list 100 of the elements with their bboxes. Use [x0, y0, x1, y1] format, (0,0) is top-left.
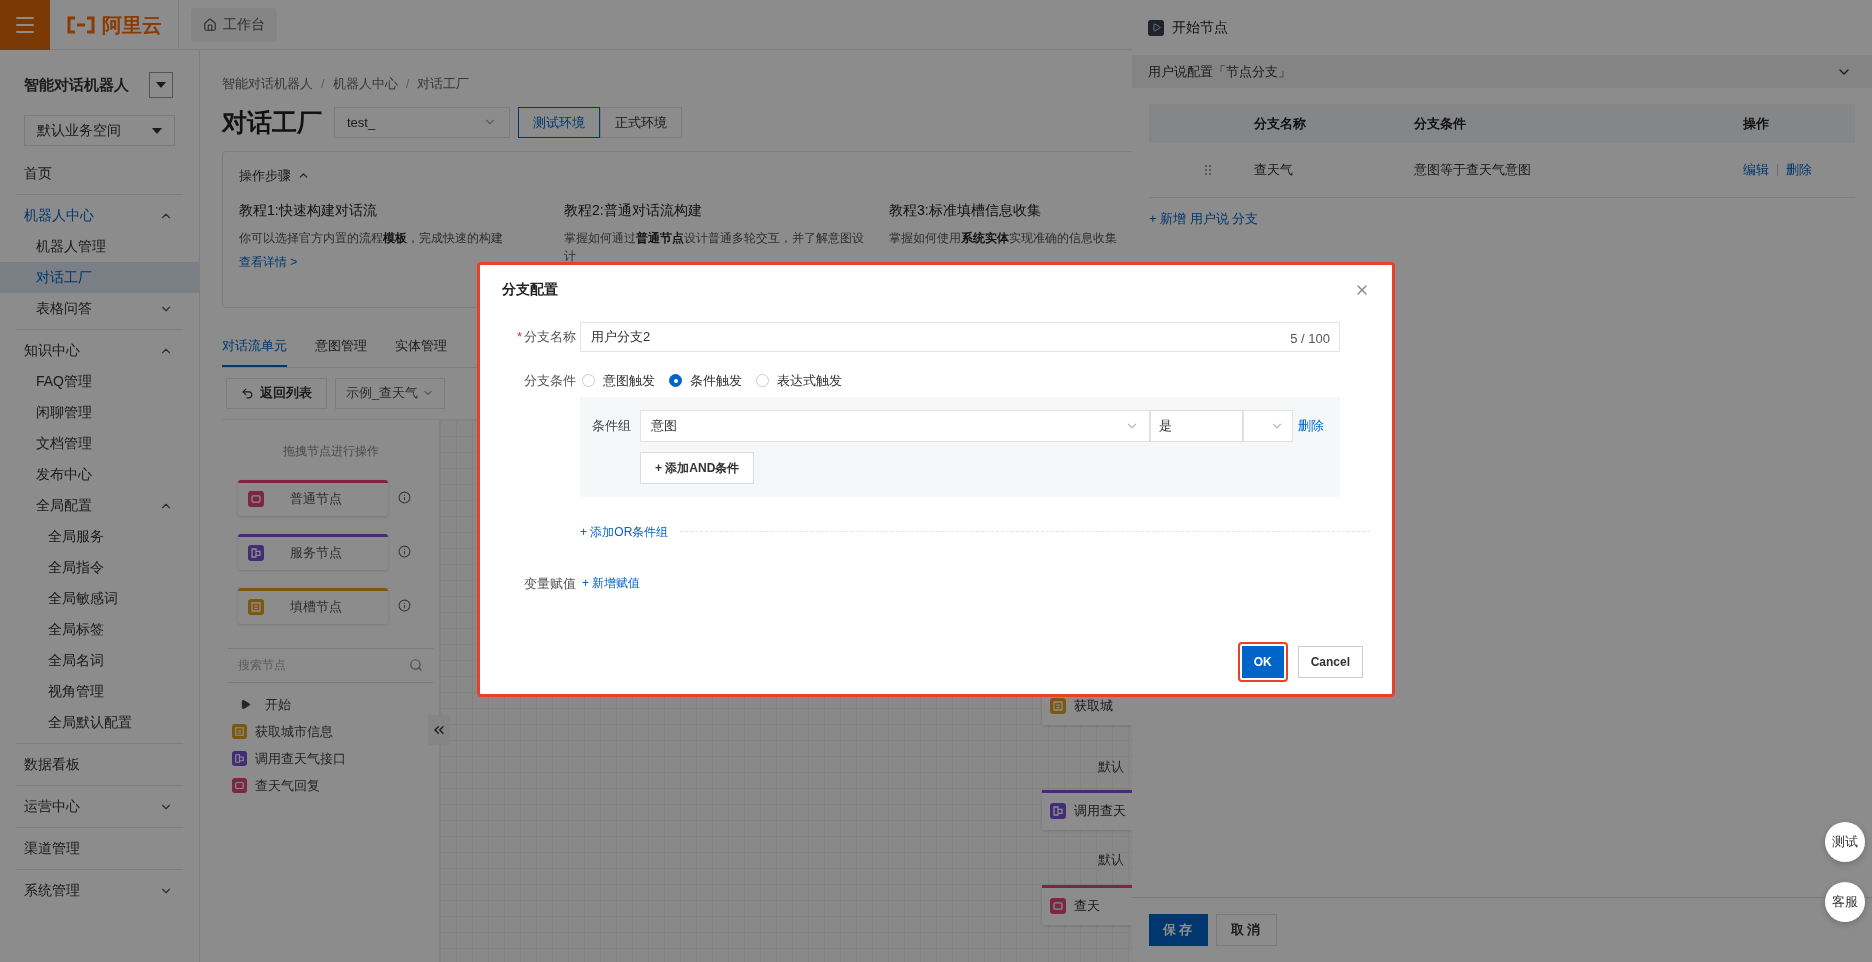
delete-link[interactable]: 删除	[1298, 415, 1324, 436]
node-card[interactable]: 普通节点	[238, 479, 388, 516]
field-label: 变量赋值	[523, 574, 577, 593]
logo-icon	[66, 15, 96, 34]
table-cell-text: 意图等于查天气意图	[1414, 161, 1532, 180]
search-icon	[409, 658, 423, 672]
caret-icon	[156, 82, 166, 88]
radio-option[interactable]: 条件触发	[669, 371, 742, 391]
drawer-title: 开始节点	[1172, 18, 1228, 37]
bot-select[interactable]: test_	[334, 106, 510, 138]
nav-item[interactable]: 渠道管理	[0, 833, 199, 864]
nav-item[interactable]: 全局默认配置	[0, 707, 199, 738]
node-type-icon	[248, 545, 264, 561]
nav-item[interactable]: 对话工厂	[0, 262, 199, 293]
node-type-icon	[232, 724, 247, 739]
node-card[interactable]: 服务节点	[238, 533, 388, 570]
tutorial-title: 教程1:快速构建对话流	[239, 200, 377, 220]
workbench-tab[interactable]: 工作台	[191, 7, 277, 42]
dialog-button[interactable]: OK	[1241, 646, 1284, 678]
nav-item[interactable]: 全局配置	[0, 490, 199, 521]
add-assignment-link[interactable]: + 新增赋值	[580, 574, 641, 593]
field-label: 分支条件	[523, 372, 577, 390]
node-type-icon	[1050, 898, 1066, 914]
tab[interactable]: 意图管理	[315, 336, 367, 367]
dropdown-button[interactable]	[149, 72, 173, 98]
nav-item[interactable]: 闲聊管理	[0, 397, 199, 428]
dialog-button[interactable]: Cancel	[1297, 646, 1363, 678]
caret-icon	[152, 127, 162, 134]
nav-item[interactable]: 知识中心	[0, 335, 199, 366]
info-icon[interactable]	[398, 599, 411, 612]
section-header[interactable]: 用户说配置「节点分支」	[1132, 55, 1872, 88]
node-type-icon	[232, 778, 247, 793]
info-icon[interactable]	[398, 545, 411, 558]
play-icon	[240, 699, 251, 710]
environment-button[interactable]: 测试环境	[518, 106, 600, 138]
nav-item[interactable]: 系统管理	[0, 875, 199, 906]
nav-item[interactable]: 机器人管理	[0, 231, 199, 262]
radio-option[interactable]: 表达式触发	[756, 371, 842, 391]
required-mark: *	[516, 328, 522, 347]
nav-item[interactable]: 全局标签	[0, 614, 199, 645]
edge-label: 默认	[1098, 757, 1124, 776]
steps-title: 操作步骤	[239, 167, 291, 185]
nav-item[interactable]: 全局敏感词	[0, 583, 199, 614]
tab[interactable]: 对话流单元	[222, 336, 287, 367]
nav-item[interactable]: 表格问答	[0, 293, 199, 324]
info-icon[interactable]	[398, 491, 411, 504]
sidebar-title: 智能对话机器人	[24, 74, 129, 95]
tutorial-description: 你可以选择官方内置的流程模板，完成快速的构建	[239, 229, 504, 247]
menu-button[interactable]	[0, 0, 50, 50]
nav-item[interactable]: 运营中心	[0, 791, 199, 822]
node-type-icon	[1050, 803, 1066, 819]
nav-item[interactable]: 数据看板	[0, 749, 199, 780]
drag-hint: 拖拽节点进行操作	[281, 442, 380, 460]
nav-item[interactable]: 机器人中心	[0, 200, 199, 231]
tutorial-description: 掌握如何通过普通节点设计普通多轮交互，并了解意图设计	[564, 229, 865, 265]
nav-item[interactable]: FAQ管理	[0, 366, 199, 397]
details-link[interactable]: 查看详情 >	[239, 252, 298, 271]
drawer-button[interactable]: 取消	[1216, 914, 1278, 946]
collapse-button[interactable]	[428, 714, 450, 745]
column-header: 分支名称	[1254, 114, 1307, 133]
column-header: 操作	[1743, 114, 1770, 133]
tutorial-title: 教程3:标准填槽信息收集	[889, 200, 1041, 220]
tutorial-description: 掌握如何使用系统实体实现准确的信息收集	[889, 229, 1118, 247]
add-and-condition-button[interactable]: + 添加AND条件	[640, 451, 755, 484]
node-type-icon	[232, 751, 247, 766]
nav-item[interactable]: 首页	[0, 158, 199, 189]
breadcrumb-item[interactable]: 机器人中心	[332, 74, 398, 94]
nav-item[interactable]: 全局指令	[0, 552, 199, 583]
drag-handle-icon[interactable]	[1204, 165, 1211, 175]
drawer-button[interactable]: 保存	[1149, 914, 1209, 946]
tree-item[interactable]: 获取城市信息	[232, 721, 333, 742]
nav-item[interactable]: 视角管理	[0, 676, 199, 707]
condition-field-select[interactable]: 意图	[640, 409, 1150, 442]
character-counter: 5 / 100	[1290, 330, 1330, 348]
add-or-group-link[interactable]: + 添加OR条件组	[580, 522, 669, 541]
start-node-icon	[1148, 19, 1164, 36]
back-button[interactable]: 返回列表	[226, 377, 327, 409]
nav-item[interactable]: 全局名词	[0, 645, 199, 676]
radio-option[interactable]: 意图触发	[582, 371, 655, 391]
environment-button[interactable]: 正式环境	[600, 106, 682, 138]
nav-item[interactable]: 发布中心	[0, 459, 199, 490]
tab[interactable]: 实体管理	[395, 336, 447, 367]
node-type-icon	[248, 491, 264, 507]
breadcrumb-item[interactable]: 智能对话机器人	[222, 74, 313, 94]
node-card[interactable]: 填槽节点	[238, 587, 388, 624]
flow-select[interactable]: 示例_查天气	[335, 377, 446, 409]
tree-item[interactable]: 调用查天气接口	[232, 748, 346, 769]
table-action-link[interactable]: 删除	[1786, 160, 1812, 180]
nav-item[interactable]: 全局服务	[0, 521, 199, 552]
return-icon	[241, 386, 254, 400]
table-action-link[interactable]: 编辑	[1743, 160, 1769, 180]
tree-item[interactable]: 开始	[232, 694, 291, 715]
page-title: 对话工厂	[222, 106, 322, 138]
breadcrumb-item: 对话工厂	[417, 75, 470, 93]
nav-item[interactable]: 文档管理	[0, 428, 199, 459]
workspace-select[interactable]: 默认业务空间	[24, 115, 175, 146]
tree-item[interactable]: 查天气回复	[232, 775, 320, 796]
add-branch-link[interactable]: + 新增 用户说 分支	[1149, 209, 1259, 229]
table-cell-text: 查天气	[1254, 161, 1294, 180]
operator-select[interactable]: 是	[1150, 409, 1243, 442]
